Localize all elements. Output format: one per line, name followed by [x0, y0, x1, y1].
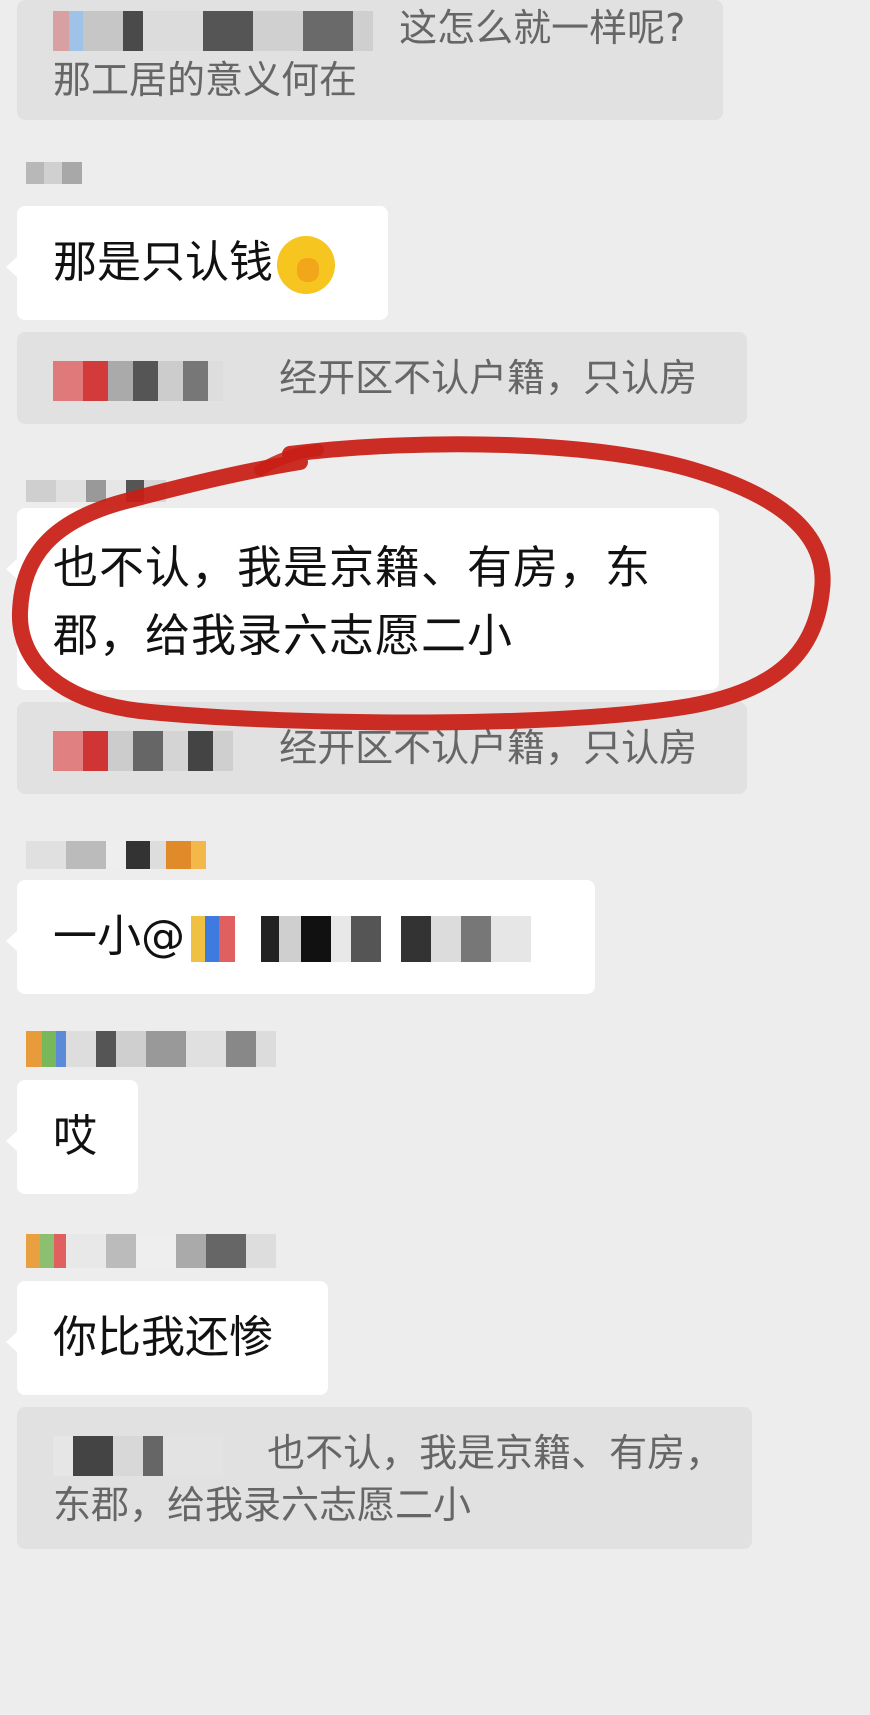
message-line: 郡，给我录六志愿二小: [53, 609, 514, 662]
sender-name: [26, 1031, 276, 1067]
quoted-message[interactable]: 这怎么就一样呢? 那工居的意义何在: [17, 0, 723, 120]
message-bubble[interactable]: 哎: [6, 1080, 138, 1194]
message-bubble-highlighted[interactable]: 也不认，我是京籍、有房，东 郡，给我录六志愿二小: [6, 508, 719, 690]
message-bubble[interactable]: 一小@: [6, 880, 595, 994]
message-line: 也不认，我是京籍、有房，东: [53, 541, 652, 594]
sender-name: [26, 160, 82, 186]
quote-line: 东郡，给我录六志愿二小: [53, 1483, 472, 1527]
pixelated-username: [26, 480, 166, 502]
chat-window: 这怎么就一样呢? 那工居的意义何在 那是只认钱 经开区不认户籍，只认房 也不认，…: [0, 0, 870, 1715]
pixelated-username: [26, 162, 82, 184]
message-bubble[interactable]: 你比我还惨: [6, 1281, 328, 1395]
message-text: 你比我还惨: [53, 1312, 273, 1363]
pixelated-username: [53, 730, 233, 771]
pixelated-username: [53, 360, 223, 401]
message-text: 那是只认钱: [53, 237, 273, 288]
sender-name: [26, 478, 166, 504]
quote-text: 经开区不认户籍，只认房: [279, 356, 698, 400]
message-text: 哎: [53, 1111, 97, 1162]
message-bubble[interactable]: 那是只认钱: [6, 206, 388, 320]
pixelated-username: [53, 1435, 223, 1476]
hand-over-mouth-emoji-icon: [277, 236, 335, 294]
quoted-message[interactable]: 也不认，我是京籍、有房， 东郡，给我录六志愿二小: [17, 1407, 752, 1549]
quote-text: 也不认，我是京籍、有房，: [267, 1431, 724, 1475]
pixelated-username: [26, 1234, 276, 1268]
quoted-message[interactable]: 经开区不认户籍，只认房: [17, 702, 747, 794]
sender-name: [26, 1234, 276, 1268]
quoted-message[interactable]: 经开区不认户籍，只认房: [17, 332, 747, 424]
pixelated-username: [26, 1031, 276, 1067]
pixelated-mention: [191, 916, 531, 962]
pixelated-username: [26, 841, 206, 869]
pixelated-username: [53, 10, 373, 51]
quote-line: 也不认，我是京籍、有房，: [53, 1427, 752, 1479]
message-text: 一小@: [53, 911, 185, 962]
quote-line: 那工居的意义何在: [53, 58, 358, 102]
quote-text: 这怎么就一样呢?: [399, 6, 686, 50]
quote-text: 经开区不认户籍，只认房: [279, 726, 698, 770]
quote-line: 这怎么就一样呢?: [53, 2, 723, 54]
sender-name: [26, 841, 206, 869]
